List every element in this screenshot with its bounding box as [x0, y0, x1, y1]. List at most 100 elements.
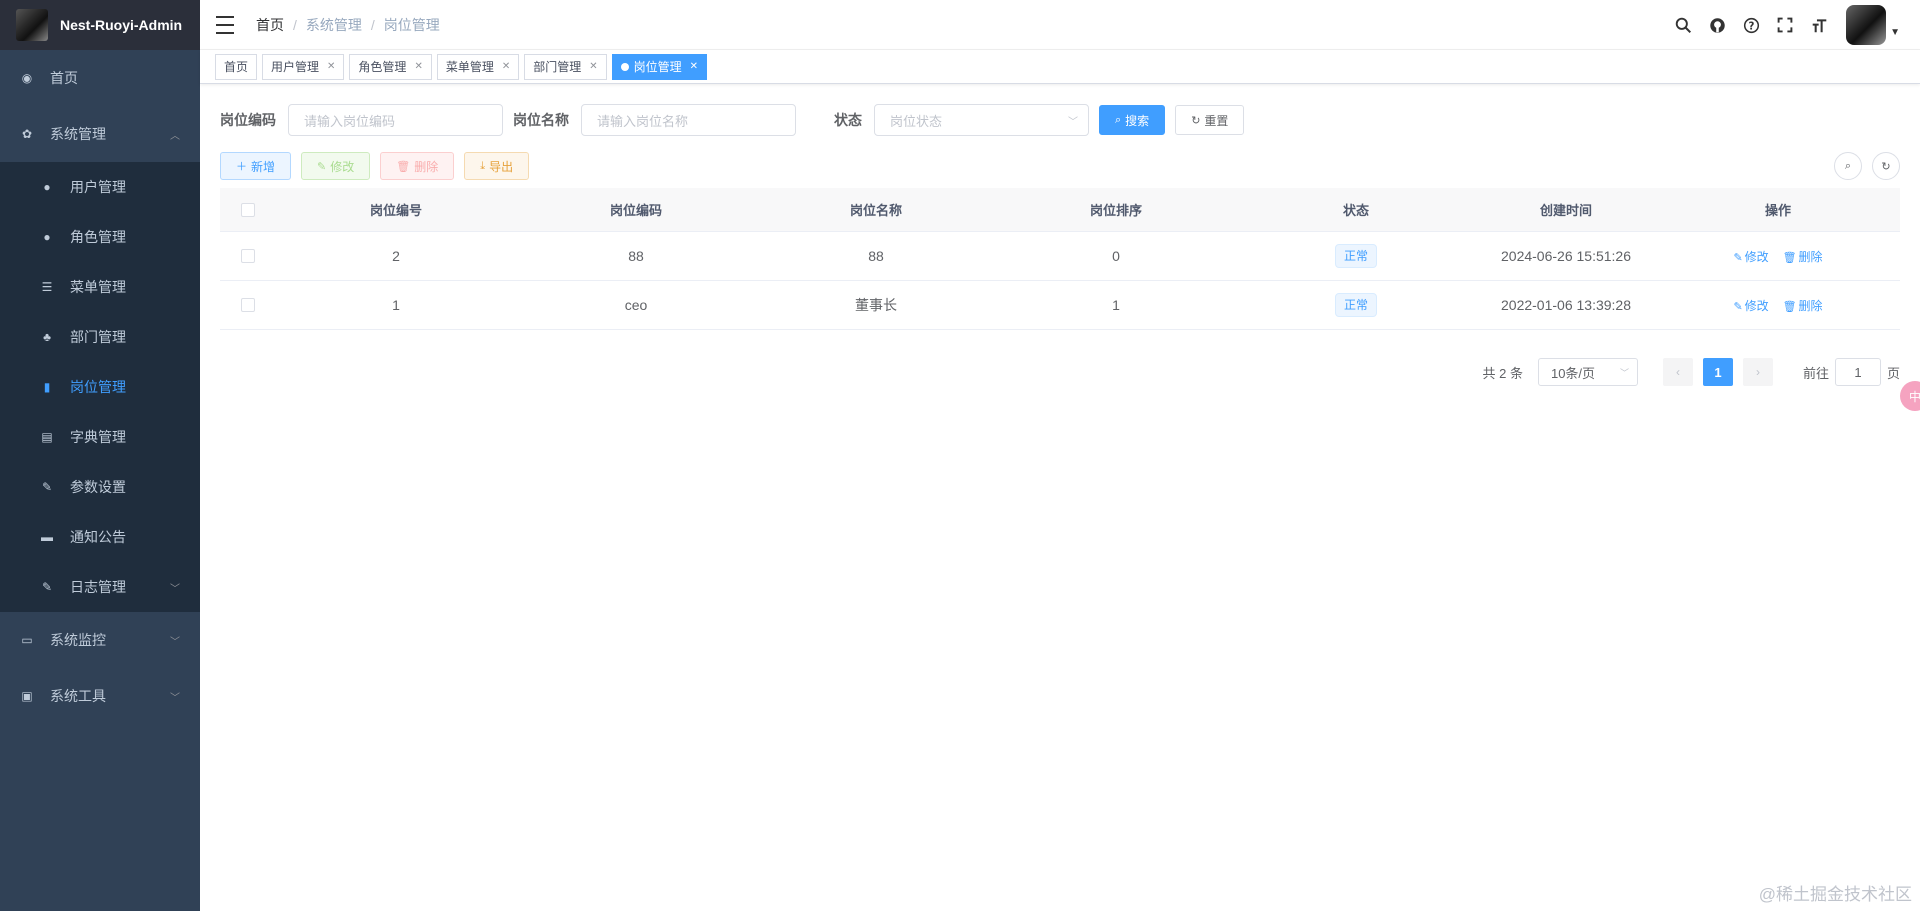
sidebar-item-system[interactable]: ✿ 系统管理 ︿ [0, 106, 200, 162]
log-icon: ✎ [41, 580, 53, 594]
sidebar-item-log[interactable]: ✎ 日志管理 ﹀ [0, 562, 200, 612]
trash-icon: 🗑 [1782, 300, 1797, 313]
prev-page-button[interactable]: ‹ [1662, 358, 1693, 386]
github-icon[interactable] [1700, 8, 1734, 42]
sidebar-item-home[interactable]: ◉ 首页 [0, 50, 200, 106]
sidebar-item-dept[interactable]: ♣ 部门管理 [0, 312, 200, 362]
row-edit-link[interactable]: ✎ 修改 [1733, 299, 1768, 313]
app-title: Nest-Ruoyi-Admin [60, 17, 183, 33]
avatar[interactable] [1846, 5, 1887, 45]
sidebar-item-label: 系统工具 [50, 688, 106, 704]
edit-icon: ✎ [317, 160, 327, 173]
close-icon[interactable]: ✕ [327, 61, 335, 72]
font-size-icon[interactable] [1802, 8, 1836, 42]
help-icon[interactable]: ? [1734, 8, 1768, 42]
hamburger-icon[interactable] [216, 15, 234, 34]
sidebar-item-notice[interactable]: ▬ 通知公告 [0, 512, 200, 562]
select-all-checkbox[interactable] [220, 202, 276, 217]
refresh-button[interactable]: ↻ [1872, 152, 1900, 180]
cell-created: 2022-01-06 13:39:28 [1501, 297, 1631, 313]
sidebar-item-dict[interactable]: ▤ 字典管理 [0, 412, 200, 462]
sidebar-item-menu[interactable]: ☰ 菜单管理 [0, 262, 200, 312]
chevron-down-icon: ﹀ [170, 692, 180, 704]
refresh-icon: ↻ [1191, 114, 1201, 127]
sidebar-item-label: 系统监控 [50, 632, 106, 648]
next-page-button[interactable]: › [1742, 358, 1773, 386]
dict-icon: ▤ [41, 430, 53, 444]
search-icon: ⌕ [1115, 113, 1122, 126]
search-form: 岗位编码 请输入岗位编码 岗位名称 请输入岗位名称 状态 岗位状态 ﹀ ⌕ 搜索 ↻… [220, 104, 1900, 136]
right-toolbar: ⌕ ↻ [1824, 152, 1900, 180]
chevron-down-icon: ﹀ [170, 583, 180, 595]
sidebar-item-user[interactable]: ● 用户管理 [0, 162, 200, 212]
breadcrumb-post: 岗位管理 [383, 16, 440, 33]
tag-user[interactable]: 用户管理 ✕ [262, 53, 345, 80]
active-dot-icon [620, 62, 629, 71]
cell-created: 2024-06-26 15:51:26 [1501, 248, 1631, 264]
sidebar-item-tool[interactable]: ▣ 系统工具 ﹀ [0, 668, 200, 724]
breadcrumb-home[interactable]: 首页 [256, 15, 284, 35]
tag-menu[interactable]: 菜单管理 ✕ [436, 53, 520, 80]
add-button[interactable]: ＋新增 [220, 152, 292, 180]
status-select[interactable]: 岗位状态 ﹀ [874, 104, 1089, 136]
cell-status: 正常 [1236, 293, 1476, 317]
sidebar-item-label: 字典管理 [70, 429, 126, 445]
goto-page-input[interactable]: 1 [1834, 358, 1881, 386]
sidebar-item-label: 部门管理 [70, 329, 126, 345]
tag-role[interactable]: 角色管理 ✕ [349, 53, 432, 80]
close-icon[interactable]: ✕ [502, 61, 510, 72]
sidebar-item-label: 参数设置 [70, 479, 126, 495]
sidebar-item-post[interactable]: ▮ 岗位管理 [0, 362, 200, 412]
delete-button[interactable]: 🗑 删除 [380, 152, 455, 180]
post-code-input[interactable]: 请输入岗位编码 [288, 104, 503, 136]
export-button[interactable]: ⤓ 导出 [464, 152, 530, 180]
chevron-down-icon: ﹀ [1068, 116, 1078, 128]
sidebar-item-monitor[interactable]: ▭ 系统监控 ﹀ [0, 612, 200, 668]
sidebar-item-label: 系统管理 [50, 126, 106, 142]
toggle-search-button[interactable]: ⌕ [1834, 152, 1862, 180]
sidebar: Nest-Ruoyi-Admin ◉ 首页 ✿ 系统管理 ︿ ● 用户管理 ● … [0, 0, 200, 911]
caret-down-icon[interactable]: ▼ [1890, 27, 1900, 38]
main-content: 岗位编码 请输入岗位编码 岗位名称 请输入岗位名称 状态 岗位状态 ﹀ ⌕ 搜索 ↻… [200, 84, 1920, 911]
search-button[interactable]: ⌕ 搜索 [1099, 105, 1166, 135]
sidebar-item-label: 日志管理 [70, 579, 126, 595]
row-delete-link[interactable]: 🗑 删除 [1783, 250, 1823, 264]
chevron-left-icon: ‹ [1675, 365, 1680, 379]
tag-home[interactable]: 首页 [215, 53, 258, 80]
row-edit-link[interactable]: ✎ 修改 [1733, 250, 1768, 264]
tag-label: 部门管理 [533, 60, 582, 74]
row-checkbox[interactable] [220, 298, 276, 312]
tag-label: 岗位管理 [633, 60, 682, 74]
row-checkbox[interactable] [220, 249, 276, 263]
close-icon[interactable]: ✕ [690, 61, 698, 72]
cell-post-name: 董事长 [855, 297, 897, 313]
logo[interactable]: Nest-Ruoyi-Admin [0, 0, 200, 50]
search-icon[interactable] [1666, 8, 1700, 42]
message-icon: ▬ [41, 530, 53, 544]
sidebar-item-label: 用户管理 [70, 179, 126, 195]
table-row: 1 ceo 董事长 1 正常 2022-01-06 13:39:28 ✎ 修改 🗑… [220, 281, 1900, 330]
monitor-icon: ▭ [21, 633, 33, 647]
tag-dept[interactable]: 部门管理 ✕ [524, 53, 607, 80]
breadcrumb-separator: / [370, 16, 375, 33]
reset-button[interactable]: ↻ 重置 [1175, 105, 1245, 135]
sidebar-item-role[interactable]: ● 角色管理 [0, 212, 200, 262]
close-icon[interactable]: ✕ [414, 61, 422, 72]
tag-post[interactable]: 岗位管理 ✕ [611, 53, 708, 80]
table-header: 岗位编号 岗位编码 岗位名称 岗位排序 状态 创建时间 操作 [220, 188, 1900, 232]
sidebar-item-config[interactable]: ✎ 参数设置 [0, 462, 200, 512]
page-jumper: 前往 1 页 [1803, 358, 1900, 386]
logo-image [16, 9, 48, 41]
sidebar-item-label: 岗位管理 [70, 379, 126, 395]
page-number-current[interactable]: 1 [1702, 358, 1733, 386]
fullscreen-icon[interactable] [1768, 8, 1802, 42]
floating-badge[interactable]: 中 [1900, 381, 1920, 411]
cell-post-code: 88 [628, 248, 644, 264]
page-size-select[interactable]: 10条/页 ﹀ [1537, 358, 1638, 386]
row-delete-link[interactable]: 🗑 删除 [1783, 299, 1823, 313]
edit-button[interactable]: ✎ 修改 [301, 152, 371, 180]
sidebar-item-label: 菜单管理 [70, 279, 126, 295]
post-name-input[interactable]: 请输入岗位名称 [581, 104, 796, 136]
cell-post-id: 1 [392, 297, 400, 313]
close-icon[interactable]: ✕ [589, 61, 597, 72]
